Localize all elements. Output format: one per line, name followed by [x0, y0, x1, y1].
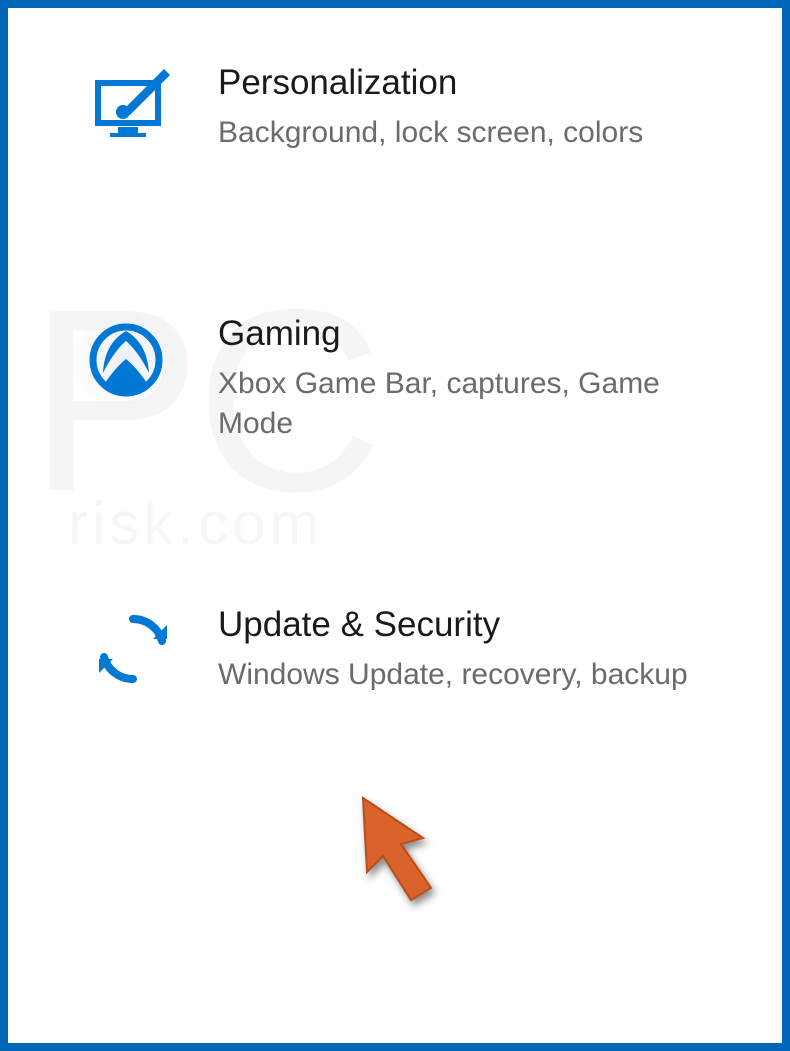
settings-item-description: Background, lock screen, colors	[218, 113, 643, 154]
settings-category-list: Personalization Background, lock screen,…	[8, 8, 782, 695]
cursor-arrow-annotation	[353, 788, 463, 908]
settings-item-title: Personalization	[218, 63, 643, 103]
settings-item-text: Update & Security Windows Update, recove…	[178, 605, 688, 696]
settings-item-personalization[interactable]: Personalization Background, lock screen,…	[88, 63, 752, 154]
settings-item-title: Update & Security	[218, 605, 688, 645]
update-security-icon	[88, 605, 178, 687]
settings-item-title: Gaming	[218, 314, 728, 354]
settings-item-description: Windows Update, recovery, backup	[218, 655, 688, 696]
settings-item-update-security[interactable]: Update & Security Windows Update, recove…	[88, 605, 752, 696]
gaming-icon	[88, 314, 178, 420]
settings-panel: PC risk.com Personalization Background, …	[0, 0, 790, 1051]
personalization-icon	[88, 63, 178, 137]
settings-item-gaming[interactable]: Gaming Xbox Game Bar, captures, Game Mod…	[88, 314, 752, 445]
settings-item-description: Xbox Game Bar, captures, Game Mode	[218, 364, 728, 445]
settings-item-text: Personalization Background, lock screen,…	[178, 63, 643, 154]
settings-item-text: Gaming Xbox Game Bar, captures, Game Mod…	[178, 314, 728, 445]
